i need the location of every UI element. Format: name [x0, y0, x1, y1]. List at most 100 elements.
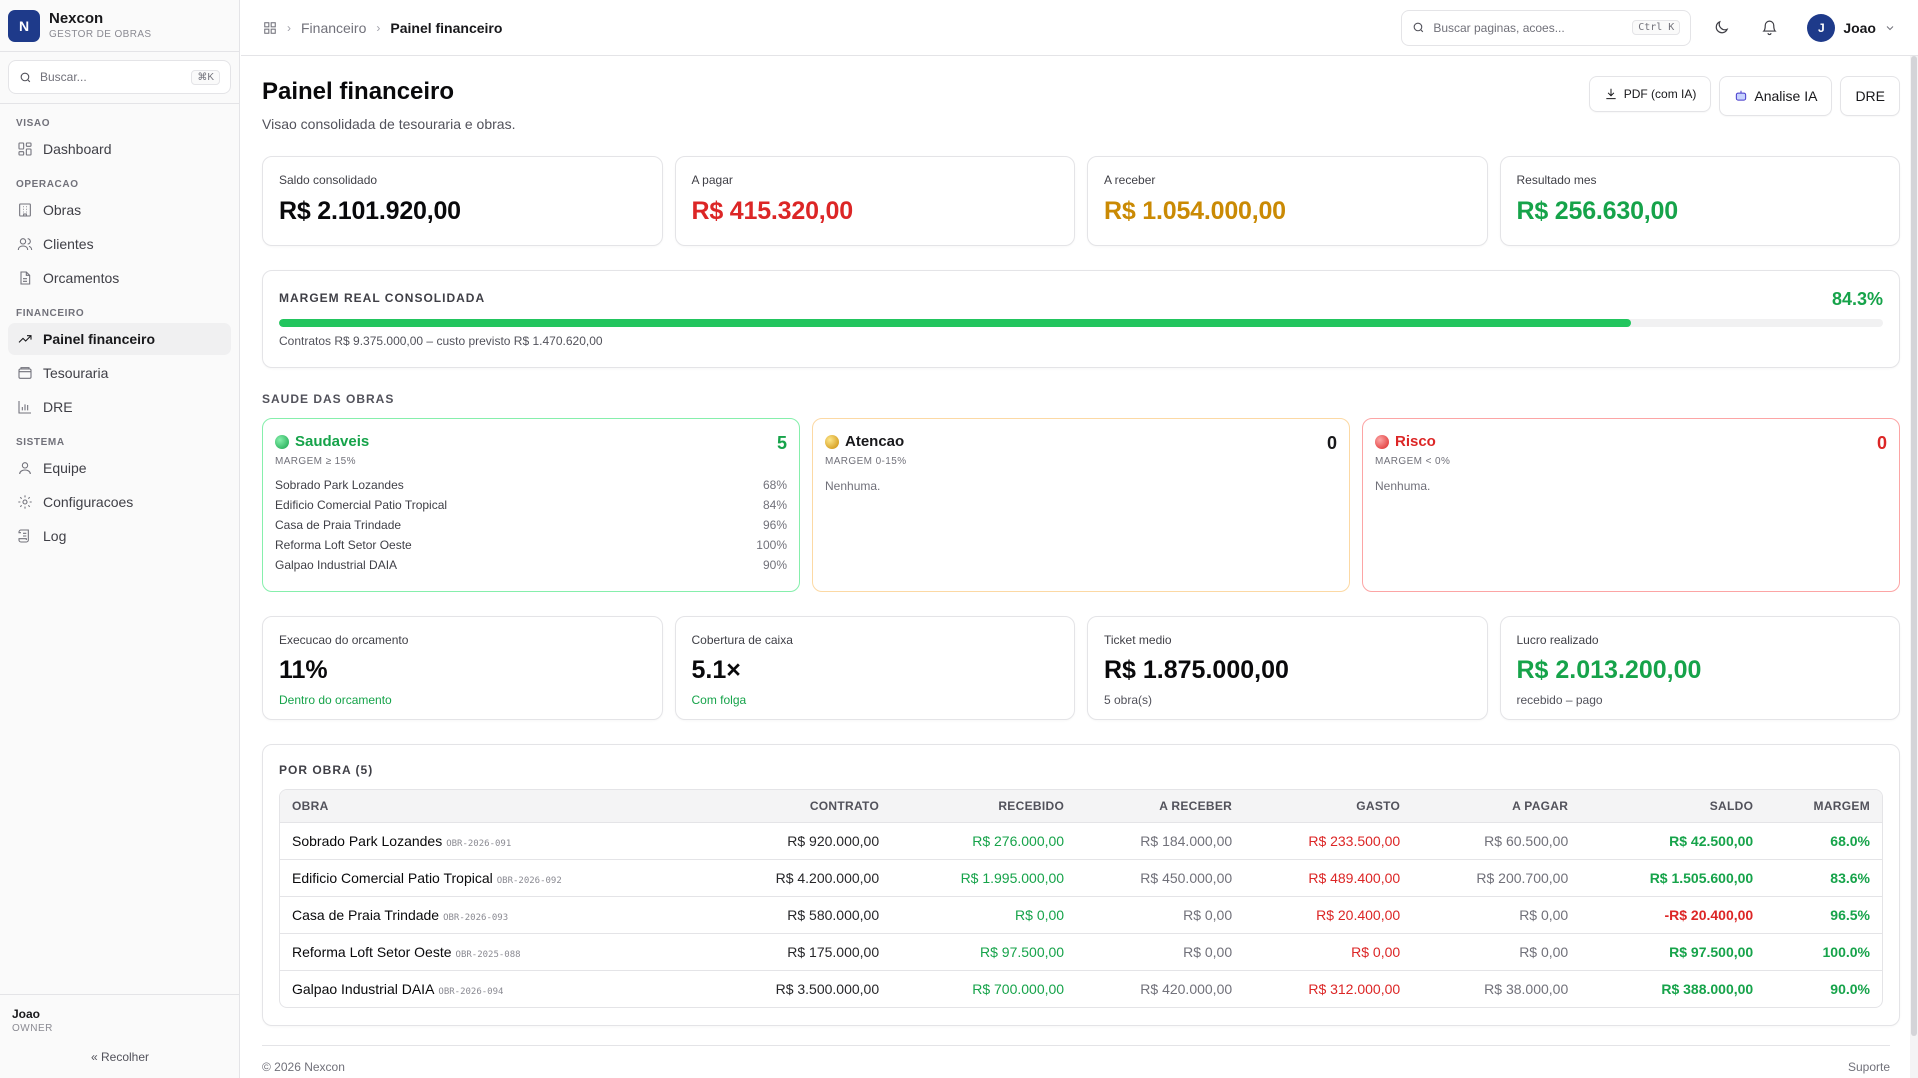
- global-search-input[interactable]: Buscar paginas, acoes... Ctrl K: [1401, 9, 1692, 46]
- table-row[interactable]: Edificio Comercial Patio Tropical OBR-202…: [280, 858, 1882, 896]
- obra-code: OBR-2026-092: [496, 875, 562, 886]
- table-row[interactable]: Galpao Industrial DAIA OBR-2026-094 R$ 3.…: [280, 969, 1882, 1007]
- cell-saldo: -R$ 20.400,00: [1580, 895, 1766, 933]
- main-content: Painel financeiro Visao consolidada de t…: [262, 56, 1900, 1026]
- chevron-down-icon: [1886, 25, 1894, 30]
- obra-name[interactable]: Sobrado Park Lozandes: [292, 833, 442, 849]
- topbar-user-name: Joao: [1843, 19, 1876, 36]
- stat-label: Execucao do orcamento: [279, 633, 409, 647]
- chevron-right-icon: ›: [376, 20, 381, 35]
- cell-margem: 83.6%: [1765, 858, 1882, 896]
- user-icon: [19, 462, 31, 475]
- wallet-icon: [18, 367, 32, 379]
- support-link[interactable]: Suporte: [1848, 1060, 1890, 1074]
- sidebar-item-configuracoes[interactable]: Configuracoes: [8, 486, 231, 518]
- kpi-resultado-mes: Resultado mes R$ 256.630,00: [1499, 156, 1900, 246]
- health-count: 0: [1876, 433, 1887, 453]
- chevrons-left-icon: «: [90, 1050, 98, 1064]
- cell-a-pagar: R$ 38.000,00: [1412, 969, 1581, 1007]
- scrollbar-thumb[interactable]: [1911, 56, 1917, 1036]
- stat-label: Cobertura de caixa: [691, 633, 793, 647]
- stat-cobertura-caixa: Cobertura de caixa 5.1× Com folga: [674, 616, 1075, 720]
- health-label: Saudaveis: [295, 433, 370, 450]
- cell-recebido: R$ 700.000,00: [891, 969, 1077, 1007]
- dre-label: DRE: [1855, 88, 1885, 104]
- sidebar-item-label: Painel financeiro: [43, 331, 156, 347]
- avatar: J: [1807, 13, 1836, 42]
- sidebar-item-orcamentos[interactable]: Orcamentos: [8, 262, 231, 294]
- table-row[interactable]: Reforma Loft Setor Oeste OBR-2025-088 R$ …: [280, 932, 1882, 970]
- page-scrollbar[interactable]: [1910, 56, 1918, 1078]
- ai-analysis-button[interactable]: Analise IA: [1719, 76, 1833, 116]
- sidebar-item-clientes[interactable]: Clientes: [8, 228, 231, 260]
- apps-grid-icon[interactable]: [263, 21, 277, 35]
- margin-note: Contratos R$ 9.375.000,00 – custo previs…: [279, 334, 603, 348]
- notifications-button[interactable]: [1751, 10, 1787, 46]
- cell-margem: 68.0%: [1765, 821, 1882, 859]
- sidebar-item-dashboard[interactable]: Dashboard: [8, 133, 231, 165]
- cell-contrato: R$ 580.000,00: [706, 895, 892, 933]
- health-sub: MARGEM 0-15%: [825, 456, 907, 467]
- search-icon: [20, 72, 31, 82]
- nav-group-title-visao: VISAO: [16, 118, 51, 129]
- collapse-sidebar-button[interactable]: « Recolher: [12, 1050, 228, 1064]
- bell-icon: [1762, 20, 1777, 36]
- dre-button[interactable]: DRE: [1840, 76, 1900, 116]
- sidebar-item-tesouraria[interactable]: Tesouraria: [8, 357, 231, 389]
- kpi-label: A receber: [1104, 173, 1156, 187]
- cell-saldo: R$ 42.500,00: [1580, 821, 1766, 859]
- column-header: OBRA: [280, 790, 707, 822]
- stat-ticket-medio: Ticket medio R$ 1.875.000,00 5 obra(s): [1087, 616, 1488, 720]
- list-item: Edificio Comercial Patio Tropical 84%: [275, 498, 787, 512]
- kpi-a-receber: A receber R$ 1.054.000,00: [1087, 156, 1488, 246]
- obra-name[interactable]: Edificio Comercial Patio Tropical: [292, 870, 493, 886]
- cell-saldo: R$ 388.000,00: [1580, 969, 1766, 1007]
- status-dot-green-icon: [275, 434, 289, 449]
- sidebar-item-obras[interactable]: Obras: [8, 194, 231, 226]
- pdf-export-button[interactable]: PDF (com IA): [1588, 76, 1712, 112]
- cell-recebido: R$ 1.995.000,00: [891, 858, 1077, 896]
- stat-label: Lucro realizado: [1516, 633, 1599, 647]
- obras-title: POR OBRA (5): [279, 763, 374, 777]
- theme-toggle-button[interactable]: [1703, 10, 1739, 46]
- building-icon: [19, 203, 31, 217]
- cell-gasto: R$ 20.400,00: [1244, 895, 1413, 933]
- obra-code: OBR-2026-091: [446, 838, 512, 849]
- brand[interactable]: N Nexcon GESTOR DE OBRAS: [0, 0, 239, 52]
- health-empty: Nenhuma.: [1375, 479, 1431, 493]
- cell-a-pagar: R$ 0,00: [1412, 895, 1581, 933]
- brand-name: Nexcon: [49, 9, 104, 27]
- topbar: › Financeiro › Painel financeiro Buscar …: [241, 0, 1918, 56]
- obra-code: OBR-2026-094: [438, 986, 504, 997]
- sidebar-item-label: Tesouraria: [43, 365, 109, 381]
- health-card-risco: Risco 0 MARGEM < 0% Nenhuma.: [1362, 418, 1900, 592]
- cell-gasto: R$ 489.400,00: [1244, 858, 1413, 896]
- page-title: Painel financeiro: [262, 78, 455, 105]
- health-sub: MARGEM ≥ 15%: [275, 456, 356, 467]
- obra-name[interactable]: Reforma Loft Setor Oeste: [292, 944, 452, 960]
- global-search-placeholder: Buscar paginas, acoes...: [1433, 20, 1565, 35]
- sidebar-item-equipe[interactable]: Equipe: [8, 452, 231, 484]
- breadcrumb-financeiro[interactable]: Financeiro: [301, 20, 366, 36]
- sidebar-item-label: Log: [43, 528, 67, 544]
- obras-card: POR OBRA (5) OBRA CONTRATO RECEBIDO A RE…: [262, 744, 1900, 1026]
- obra-name[interactable]: Casa de Praia Trindade: [292, 907, 439, 923]
- nav-group-title-financeiro: FINANCEIRO: [16, 308, 85, 319]
- sidebar-search-input[interactable]: Buscar... ⌘K: [8, 60, 231, 94]
- obra-name[interactable]: Galpao Industrial DAIA: [292, 981, 434, 997]
- column-header: GASTO: [1244, 790, 1413, 822]
- health-section-title: SAUDE DAS OBRAS: [262, 392, 395, 406]
- sidebar-item-painel-financeiro[interactable]: Painel financeiro: [8, 323, 231, 355]
- cell-recebido: R$ 0,00: [891, 895, 1077, 933]
- health-card-saudaveis: Saudaveis 5 MARGEM ≥ 15% Sobrado Park Lo…: [262, 418, 800, 592]
- table-row[interactable]: Sobrado Park Lozandes OBR-2026-091 R$ 920…: [280, 821, 1882, 859]
- margin-card: MARGEM REAL CONSOLIDADA 84.3% Contratos …: [262, 270, 1900, 368]
- sidebar-search-placeholder: Buscar...: [40, 70, 87, 84]
- sidebar-item-dre[interactable]: DRE: [8, 391, 231, 423]
- sidebar-item-log[interactable]: Log: [8, 520, 231, 552]
- brand-subtitle: GESTOR DE OBRAS: [49, 28, 152, 40]
- dashboard-icon: [18, 142, 32, 156]
- sidebar: N Nexcon GESTOR DE OBRAS Buscar... ⌘K VI…: [0, 0, 240, 1078]
- user-menu[interactable]: J Joao: [1807, 13, 1896, 42]
- table-row[interactable]: Casa de Praia Trindade OBR-2026-093 R$ 58…: [280, 895, 1882, 933]
